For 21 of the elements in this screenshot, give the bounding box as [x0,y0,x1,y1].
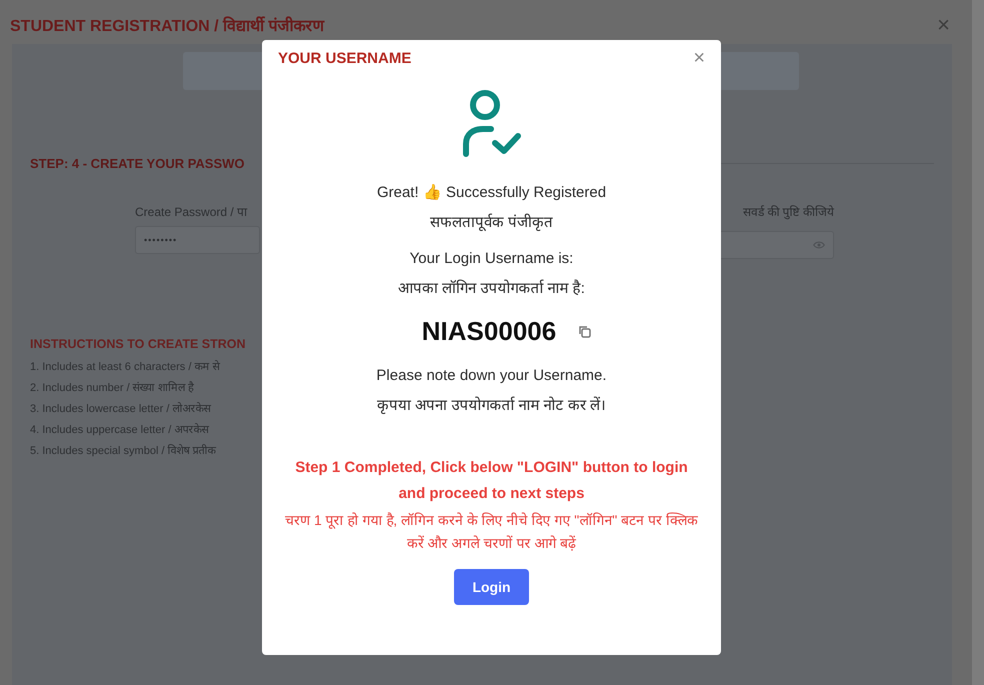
field-label: सवर्ड की पुष्टि कीजिये [742,204,834,220]
instruction-text: चरण 1 पूरा हो गया है, लॉगिन करने के लिए नीचे दिए गए "लॉगिन" बटन पर क्लिक करें और अगले चरणों पर आगे बढ़ें [284,511,699,553]
success-message: सफलतापूर्वक पंजीकृत [430,212,554,233]
close-button[interactable]: × [937,14,950,36]
copy-icon[interactable] [578,325,592,338]
note-text: कृपया अपना उपयोगकर्ता नाम नोट कर लें। [376,396,606,416]
section-heading: STEP: 4 - CREATE YOUR PASSWO [30,156,245,171]
dialog-title: YOUR USERNAME [278,50,412,66]
password-field[interactable]: •••••••• [135,226,260,254]
success-message: Great! 👍 Successfully Registered [376,183,606,203]
instruction-text: Step 1 Completed, Click below "LOGIN" button to login and proceed to next steps [294,458,689,504]
username-label: आपका लॉगिन उपयोगकर्ता नाम है: [398,278,585,299]
close-button[interactable]: × [693,48,705,68]
note-text: Please note down your Username. [376,366,607,386]
field-label: Create Password / पा [135,204,248,220]
page-title: STUDENT REGISTRATION / विद्यार्थी पंजीकरण [10,15,324,36]
user-check-icon [462,88,520,158]
username-label: Your Login Username is: [410,249,574,269]
login-button[interactable]: Login [454,569,529,605]
section-heading: INSTRUCTIONS TO CREATE STRON [30,337,246,351]
username-text: NIAS00006 [422,316,556,347]
